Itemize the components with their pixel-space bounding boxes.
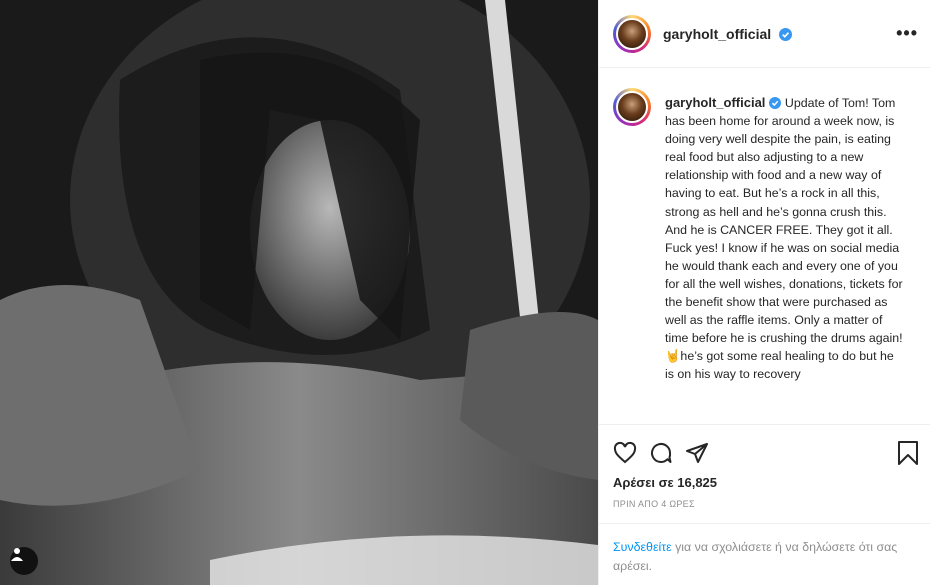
comment-icon[interactable] — [649, 441, 673, 465]
caption-username[interactable]: garyholt_official — [665, 95, 765, 110]
caption-block: garyholt_official Update of Tom! Tom has… — [599, 68, 930, 424]
heart-icon[interactable] — [613, 441, 637, 465]
avatar[interactable] — [613, 14, 651, 53]
actions-bar: Αρέσει σε 16,825 ΠΡΙΝ ΑΠΟ 4 ΩΡΕΣ — [599, 424, 930, 509]
more-options-icon[interactable]: ••• — [896, 23, 918, 44]
post-timestamp[interactable]: ΠΡΙΝ ΑΠΟ 4 ΩΡΕΣ — [613, 499, 920, 509]
user-tag-icon[interactable] — [10, 547, 38, 575]
drummer-photo — [0, 0, 598, 585]
post-header: garyholt_official ••• — [599, 0, 930, 68]
caption-text: garyholt_official Update of Tom! Tom has… — [665, 94, 905, 424]
send-icon[interactable] — [685, 441, 709, 465]
instagram-post: garyholt_official ••• garyholt_official … — [0, 0, 930, 585]
header-username[interactable]: garyholt_official — [663, 26, 793, 42]
login-link[interactable]: Συνδεθείτε — [613, 540, 672, 554]
caption-avatar[interactable] — [613, 88, 651, 126]
bookmark-icon[interactable] — [896, 440, 920, 466]
post-photo[interactable] — [0, 0, 598, 585]
likes-count[interactable]: Αρέσει σε 16,825 — [613, 475, 920, 490]
verified-badge-icon — [769, 97, 782, 109]
post-sidebar: garyholt_official ••• garyholt_official … — [598, 0, 930, 585]
login-prompt: Συνδεθείτε για να σχολιάσετε ή να δηλώσε… — [599, 523, 930, 585]
verified-badge-icon — [779, 27, 793, 41]
caption-body: Update of Tom! Tom has been home for aro… — [665, 96, 903, 382]
